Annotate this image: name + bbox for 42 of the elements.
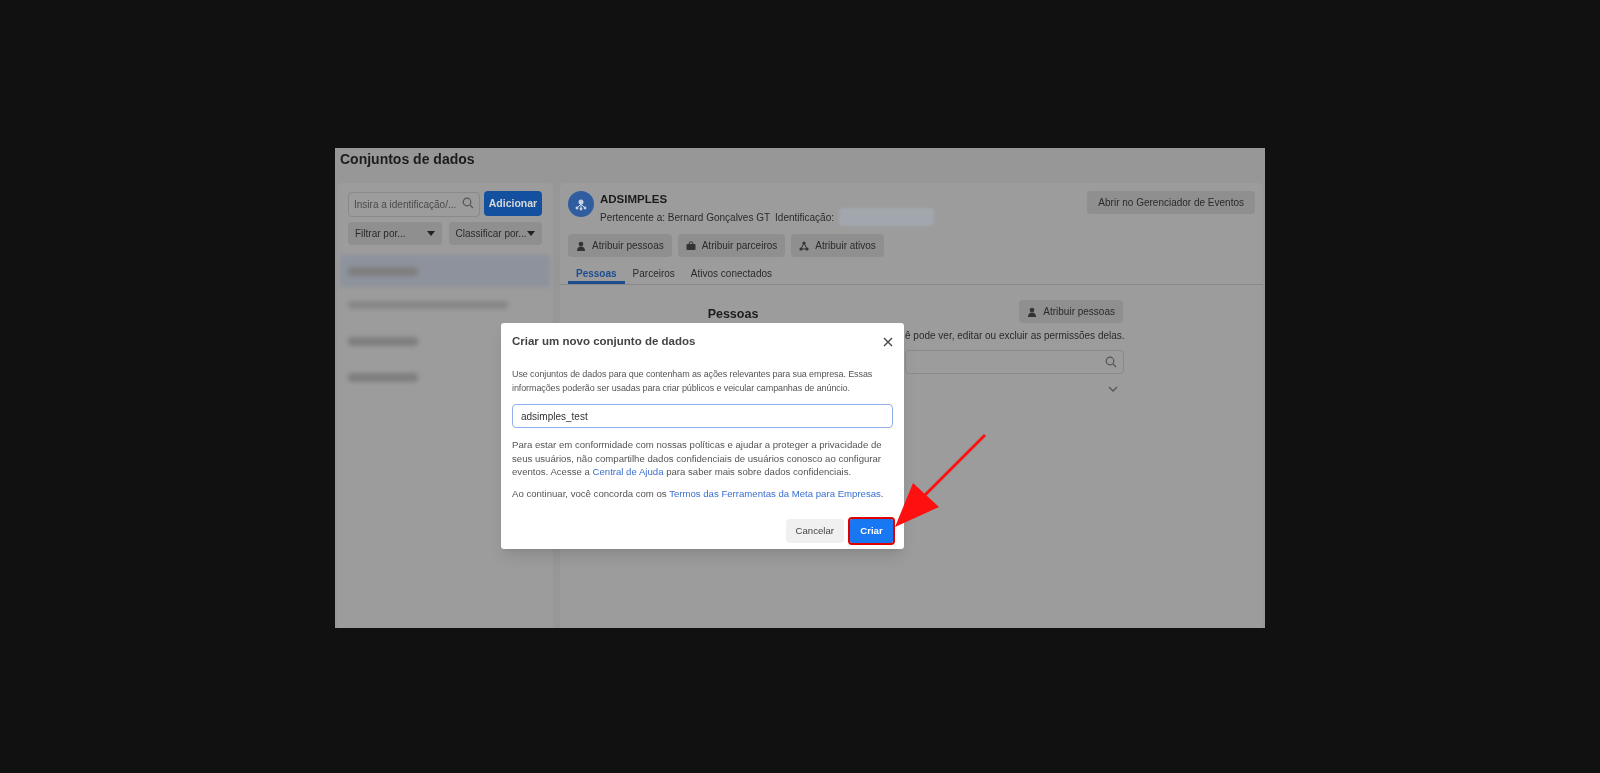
person-icon xyxy=(1027,306,1038,317)
open-events-manager-button[interactable]: Abrir no Gerenciador de Eventos xyxy=(1087,191,1255,214)
dialog-title: Criar um novo conjunto de dados xyxy=(512,334,696,349)
assign-button[interactable]: Atribuir parceiros xyxy=(677,234,786,258)
help-center-link[interactable]: Central de Ajuda xyxy=(592,466,664,478)
id-label: Identificação: xyxy=(775,210,835,225)
nodes-icon xyxy=(574,197,588,211)
person-icon xyxy=(576,240,586,251)
page-title: Conjuntos de dados xyxy=(339,150,476,169)
tab[interactable]: Parceiros xyxy=(624,265,683,285)
search-icon xyxy=(1105,356,1117,368)
tab[interactable]: Pessoas xyxy=(568,265,625,285)
create-button[interactable]: Criar xyxy=(850,518,893,543)
chevron-down-icon[interactable] xyxy=(1108,386,1118,392)
owner-text: Pertencente a: Bernard Gonçalves GT xyxy=(600,210,771,225)
caret-icon xyxy=(426,231,435,236)
assign-button[interactable]: Atribuir ativos xyxy=(791,234,884,258)
terms-link[interactable]: Termos das Ferramentas da Meta para Empresas xyxy=(669,487,881,499)
close-icon[interactable] xyxy=(883,336,893,347)
briefcase-icon xyxy=(685,240,696,251)
blurred-item xyxy=(348,372,418,382)
terms-notice: Ao continuar, você concorda com os Termos das Ferramentas da Meta para Empresas. xyxy=(512,486,885,501)
dataset-name: ADSIMPLES xyxy=(600,192,669,207)
tab[interactable]: Ativos conectados xyxy=(682,265,780,285)
add-button[interactable]: Adicionar xyxy=(484,191,542,216)
privacy-notice: Para estar em conformidade com nossas políticas e ajudar a proteger a privacidade de seus usuários, não compartilhe dados confidenciais de usuários conosco ao configurar eventos. Acesse a Central de Ajuda para saber mais sobre dados confidenciais. xyxy=(512,438,883,479)
nodes-icon xyxy=(799,240,810,251)
assign-people-button[interactable]: Atribuir pessoas xyxy=(1019,300,1123,324)
section-title: Pessoas xyxy=(707,306,759,324)
blurred-item xyxy=(348,336,418,346)
filter-dropdown[interactable]: Classificar por... xyxy=(448,222,542,245)
dataset-name-field[interactable]: adsimples_test xyxy=(512,404,893,429)
cancel-button[interactable]: Cancelar xyxy=(785,518,844,543)
search-icon xyxy=(462,197,474,209)
blurred-item xyxy=(348,266,418,276)
assign-button[interactable]: Atribuir pessoas xyxy=(568,234,672,258)
dialog-intro: Use conjuntos de dados para que contenham as ações relevantes para sua empresa. Essas informações poderão ser usadas para criar públicos e veicular campanhas de anúncio. xyxy=(512,368,874,396)
section-description: ê pode ver, editar ou excluir as permissões delas. xyxy=(905,329,1124,343)
search-field[interactable]: Insira a identificação/... xyxy=(348,192,480,217)
people-search-field[interactable] xyxy=(905,350,1124,374)
filter-dropdown[interactable]: Filtrar por... xyxy=(348,222,442,245)
caret-icon xyxy=(527,231,535,236)
